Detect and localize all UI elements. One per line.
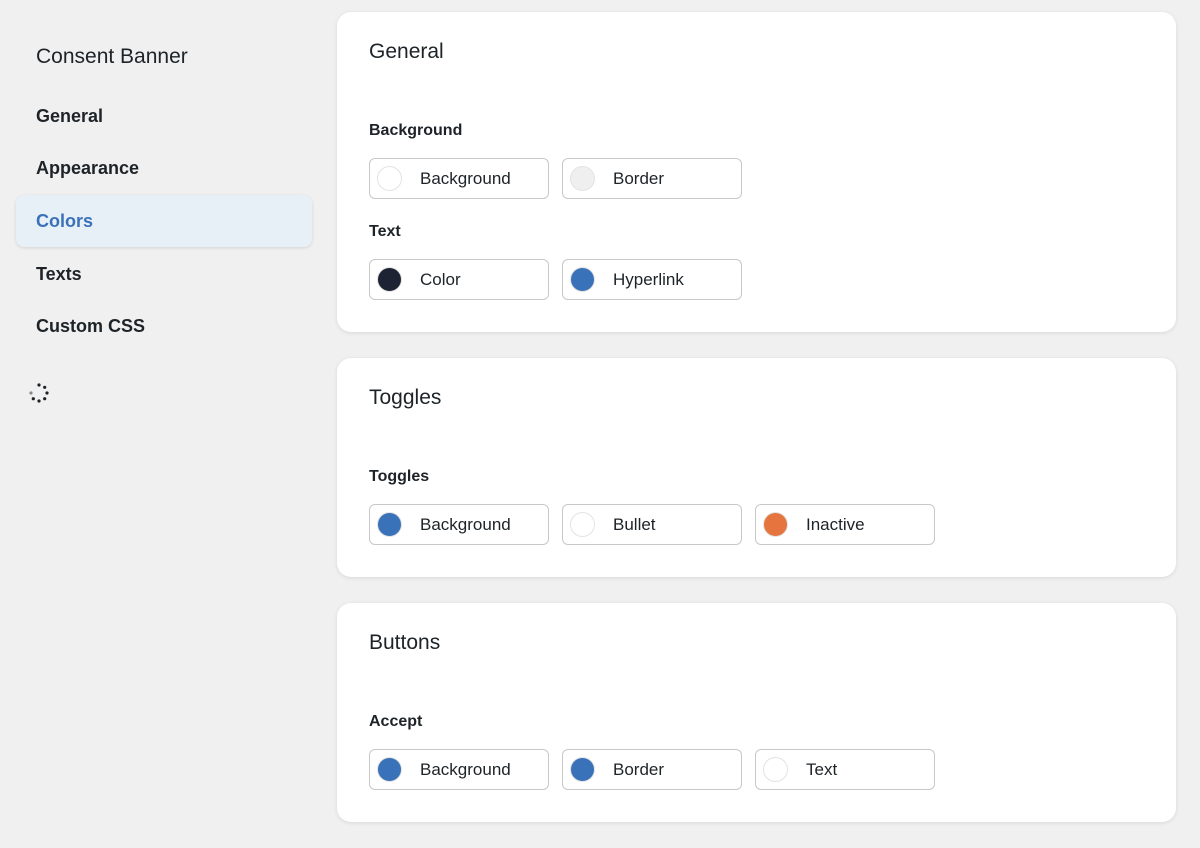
- color-swatch: [377, 166, 402, 191]
- color-picker-button[interactable]: Hyperlink: [562, 259, 742, 300]
- group-label: Toggles: [369, 468, 430, 485]
- color-picker-label: Background: [420, 759, 511, 779]
- color-picker-button[interactable]: Color: [369, 259, 549, 300]
- color-picker-button[interactable]: Bullet: [562, 504, 742, 545]
- card-toggles: Toggles Toggles Background Bullet Inacti…: [337, 358, 1176, 577]
- color-swatch: [570, 512, 595, 537]
- main-content: General Background Background Border Tex…: [337, 12, 1176, 848]
- group-label: Text: [369, 223, 401, 240]
- group-label: Accept: [369, 713, 423, 730]
- group-label: Background: [369, 122, 463, 139]
- color-picker-label: Text: [806, 759, 838, 779]
- color-swatch: [377, 757, 402, 782]
- color-swatch: [570, 166, 595, 191]
- loading-spinner-icon: [29, 383, 49, 403]
- swatch-row: Background Border: [369, 158, 1144, 199]
- color-swatch: [377, 512, 402, 537]
- sidebar-item-colors[interactable]: Colors: [16, 195, 312, 248]
- color-picker-label: Inactive: [806, 514, 865, 534]
- color-picker-button[interactable]: Inactive: [755, 504, 935, 545]
- color-swatch: [763, 512, 788, 537]
- sidebar-item-custom-css[interactable]: Custom CSS: [16, 301, 312, 353]
- sidebar-item-texts[interactable]: Texts: [16, 248, 312, 300]
- swatch-row: Background Bullet Inactive: [369, 504, 1144, 545]
- color-picker-label: Background: [420, 514, 511, 534]
- color-swatch: [570, 267, 595, 292]
- color-swatch: [377, 267, 402, 292]
- color-picker-label: Border: [613, 759, 665, 779]
- sidebar-title: Consent Banner: [36, 45, 188, 68]
- card-title: General: [369, 40, 444, 63]
- color-picker-button[interactable]: Background: [369, 504, 549, 545]
- sidebar-nav: General Appearance Colors Texts Custom C…: [16, 90, 312, 353]
- color-picker-button[interactable]: Border: [562, 749, 742, 790]
- color-picker-label: Border: [613, 168, 665, 188]
- color-picker-label: Hyperlink: [613, 269, 684, 289]
- color-picker-button[interactable]: Background: [369, 749, 549, 790]
- color-picker-label: Background: [420, 168, 511, 188]
- swatch-row: Background Border Text: [369, 749, 1144, 790]
- sidebar: Consent Banner General Appearance Colors…: [0, 0, 330, 818]
- swatch-row: Color Hyperlink: [369, 259, 1144, 300]
- color-picker-label: Color: [420, 269, 461, 289]
- color-picker-button[interactable]: Background: [369, 158, 549, 199]
- card-title: Buttons: [369, 631, 441, 654]
- sidebar-item-appearance[interactable]: Appearance: [16, 143, 312, 195]
- card-title: Toggles: [369, 386, 442, 409]
- card-buttons: Buttons Accept Background Border Text: [337, 603, 1176, 822]
- color-swatch: [570, 757, 595, 782]
- color-picker-button[interactable]: Border: [562, 158, 742, 199]
- sidebar-item-general[interactable]: General: [16, 90, 312, 142]
- card-general: General Background Background Border Tex…: [337, 12, 1176, 332]
- color-swatch: [763, 757, 788, 782]
- color-picker-button[interactable]: Text: [755, 749, 935, 790]
- color-picker-label: Bullet: [613, 514, 656, 534]
